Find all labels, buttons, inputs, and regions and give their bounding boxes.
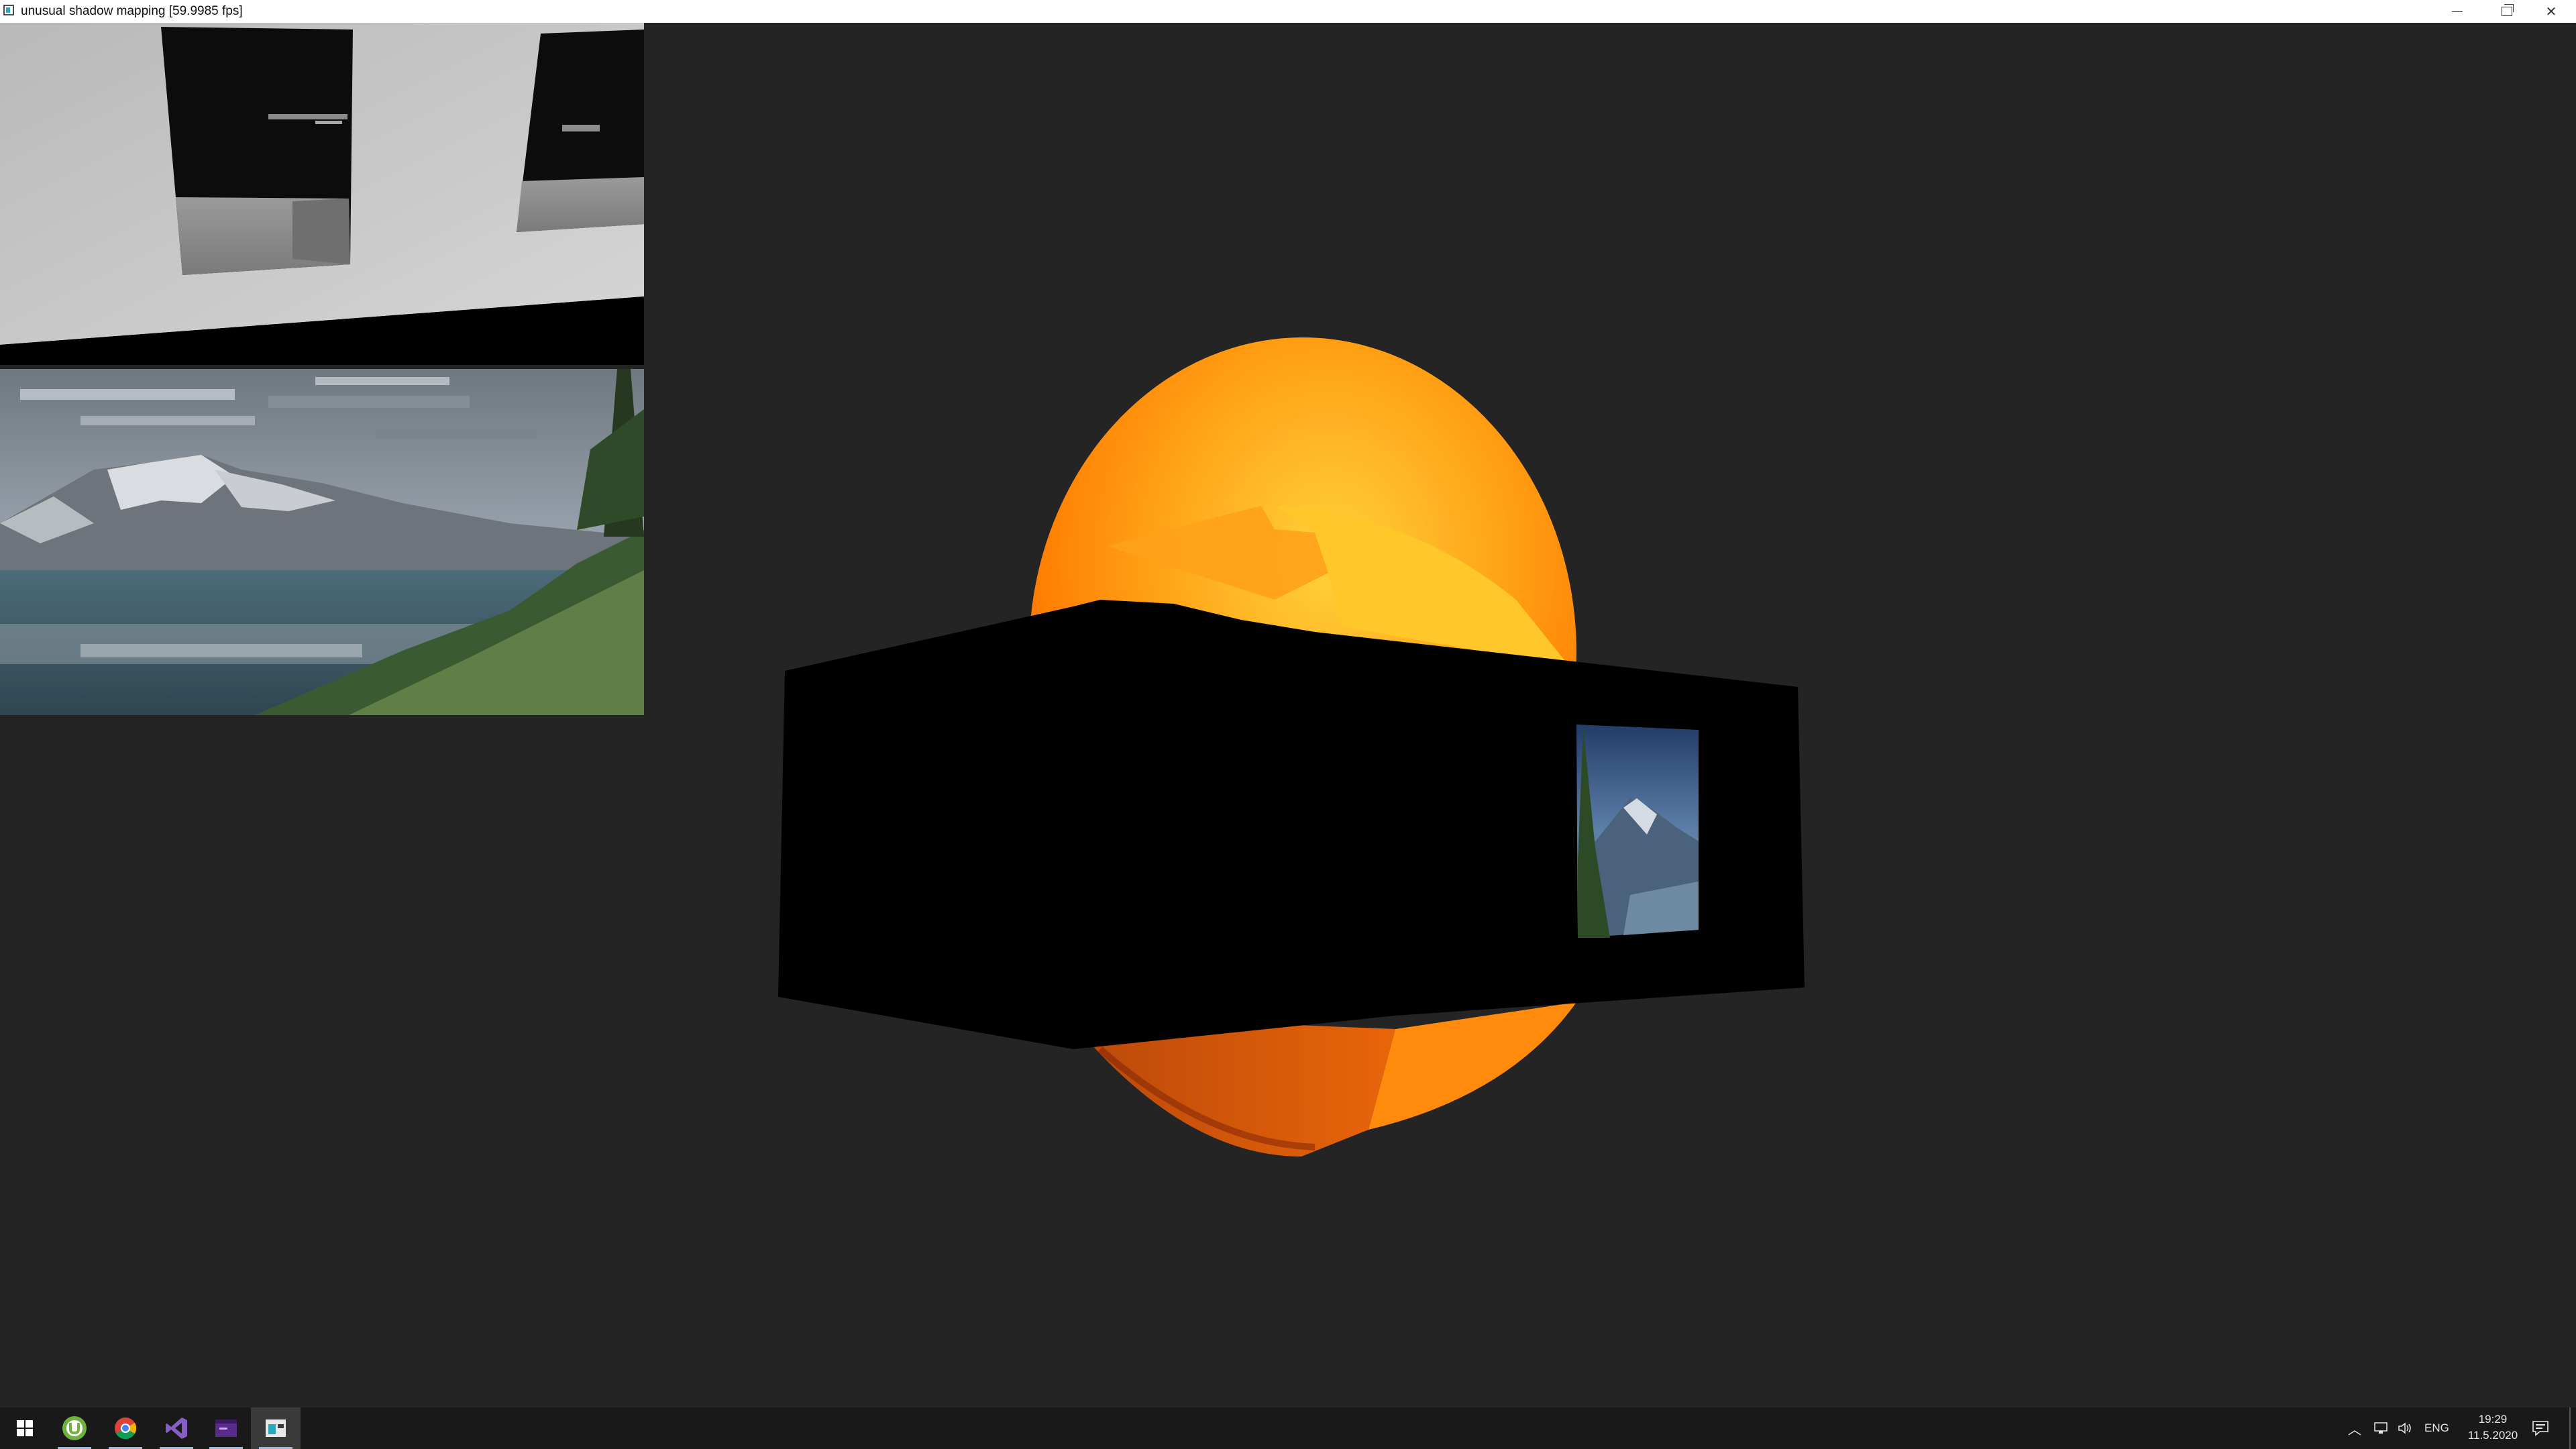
restore-icon	[2502, 4, 2514, 16]
scene-render	[778, 337, 1805, 1157]
taskbar-visual-studio[interactable]	[152, 1407, 201, 1449]
language-label: ENG	[2424, 1421, 2449, 1434]
chrome-icon	[115, 1417, 137, 1440]
minimize-icon	[2452, 11, 2463, 12]
restore-button[interactable]	[2482, 0, 2532, 23]
utorrent-icon	[62, 1416, 87, 1440]
title-bar: unusual shadow mapping [59.9985 fps] ✕	[0, 0, 2576, 23]
render-viewport[interactable]	[0, 23, 2576, 1407]
taskbar: ︿ ENG 19:29 11.5.2020	[0, 1407, 2576, 1449]
clock-date: 11.5.2020	[2467, 1429, 2518, 1442]
purple-window-icon	[215, 1419, 237, 1437]
windows-logo-icon	[17, 1420, 33, 1436]
taskbar-utorrent[interactable]	[50, 1407, 99, 1449]
language-indicator[interactable]: ENG	[2424, 1407, 2449, 1449]
window-title: unusual shadow mapping [59.9985 fps]	[21, 4, 243, 18]
speaker-icon	[2398, 1422, 2411, 1434]
show-hidden-icons-button[interactable]: ︿	[2348, 1407, 2361, 1449]
clock-time: 19:29	[2478, 1413, 2508, 1426]
action-center-button[interactable]	[2532, 1407, 2549, 1449]
start-button[interactable]	[0, 1407, 50, 1449]
mountain-picture-decal	[1576, 724, 1699, 938]
app-window-icon	[266, 1419, 286, 1437]
app-window-icon	[3, 5, 14, 15]
show-desktop-button[interactable]	[2569, 1407, 2571, 1449]
chevron-up-icon: ︿	[2348, 1422, 2361, 1438]
close-icon: ✕	[2545, 4, 2557, 19]
clock[interactable]: 19:29 11.5.2020	[2455, 1411, 2530, 1444]
taskbar-chrome[interactable]	[101, 1407, 150, 1449]
minimize-button[interactable]	[2432, 0, 2482, 23]
notification-icon	[2532, 1421, 2548, 1436]
close-button[interactable]: ✕	[2526, 0, 2576, 23]
visual-studio-icon	[166, 1417, 187, 1439]
taskbar-shadow-mapping-app[interactable]	[251, 1407, 301, 1449]
network-button[interactable]	[2373, 1407, 2390, 1449]
network-icon	[2374, 1422, 2387, 1434]
taskbar-render-app[interactable]	[201, 1407, 251, 1449]
volume-button[interactable]	[2398, 1407, 2414, 1449]
